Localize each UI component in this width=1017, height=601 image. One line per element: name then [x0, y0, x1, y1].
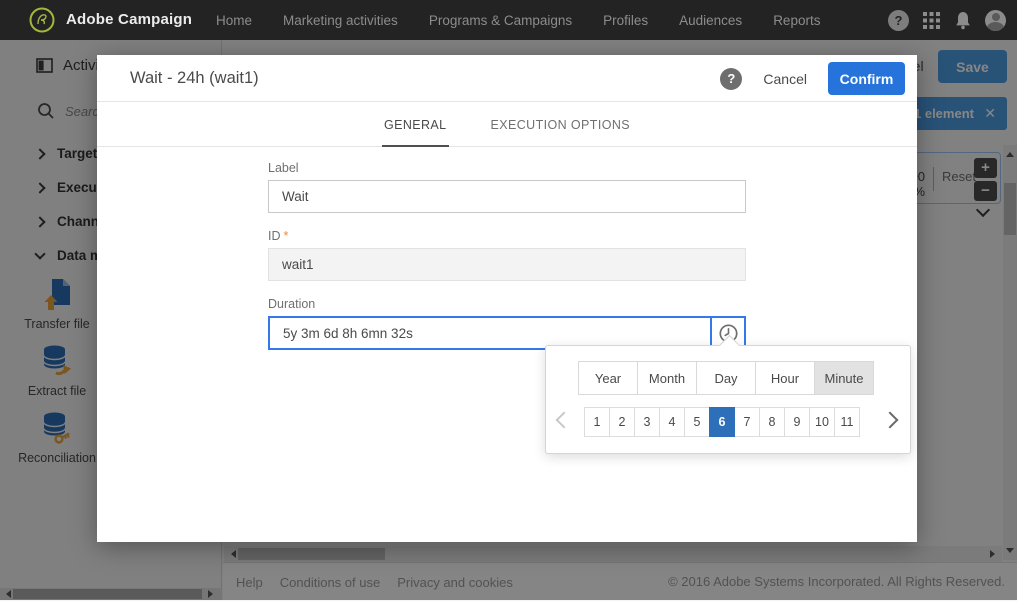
value-cell-3[interactable]: 3 [634, 407, 660, 437]
required-asterisk: * [284, 229, 289, 243]
nav-item-home[interactable]: Home [216, 13, 252, 28]
user-avatar[interactable] [985, 10, 1006, 31]
unit-tab-minute[interactable]: Minute [814, 361, 874, 395]
unit-tab-year[interactable]: Year [578, 361, 638, 395]
unit-tab-day[interactable]: Day [696, 361, 756, 395]
value-cell-8[interactable]: 8 [759, 407, 785, 437]
nav-item-programs-campaigns[interactable]: Programs & Campaigns [429, 13, 572, 28]
cancel-button[interactable]: Cancel [763, 71, 807, 87]
id-field-label: ID* [268, 229, 746, 243]
apps-grid-icon[interactable] [922, 11, 941, 30]
nav-utilities: ? [888, 0, 1006, 40]
value-cell-5[interactable]: 5 [684, 407, 710, 437]
value-cell-2[interactable]: 2 [609, 407, 635, 437]
value-cell-7[interactable]: 7 [734, 407, 760, 437]
notifications-bell-icon[interactable] [954, 11, 972, 30]
value-cells: 1 2 3 4 5 6 7 8 9 10 11 [584, 407, 860, 437]
dialog-header: Wait - 24h (wait1) ? Cancel Confirm [97, 55, 917, 102]
wait-activity-dialog: Wait - 24h (wait1) ? Cancel Confirm GENE… [97, 55, 917, 542]
nav-item-audiences[interactable]: Audiences [679, 13, 742, 28]
duration-field-label: Duration [268, 297, 746, 311]
unit-tab-hour[interactable]: Hour [755, 361, 815, 395]
label-field-label: Label [268, 161, 746, 175]
dialog-title: Wait - 24h (wait1) [130, 55, 259, 102]
value-cell-10[interactable]: 10 [809, 407, 835, 437]
duration-picker-popup: Year Month Day Hour Minute 1 2 3 4 5 6 7… [545, 345, 911, 454]
id-input [268, 248, 746, 281]
adobe-campaign-logo-icon[interactable] [29, 7, 55, 33]
picker-prev-chevron-icon[interactable] [556, 412, 573, 429]
picker-next-chevron-icon[interactable] [882, 412, 899, 429]
dialog-actions: ? Cancel Confirm [720, 55, 905, 102]
value-cell-4[interactable]: 4 [659, 407, 685, 437]
nav-item-profiles[interactable]: Profiles [603, 13, 648, 28]
main-menu: Home Marketing activities Programs & Cam… [216, 0, 820, 40]
label-field-group: Label [268, 161, 746, 213]
value-cell-6-selected[interactable]: 6 [709, 407, 735, 437]
value-cell-11[interactable]: 11 [834, 407, 860, 437]
help-icon[interactable]: ? [720, 68, 742, 90]
dialog-body: Label ID* Duration [97, 147, 917, 350]
nav-item-reports[interactable]: Reports [773, 13, 820, 28]
value-cell-1[interactable]: 1 [584, 407, 610, 437]
id-field-group: ID* [268, 229, 746, 281]
tab-general[interactable]: GENERAL [382, 102, 449, 147]
app-title: Adobe Campaign [66, 0, 192, 40]
unit-tab-month[interactable]: Month [637, 361, 697, 395]
value-cell-9[interactable]: 9 [784, 407, 810, 437]
confirm-button[interactable]: Confirm [828, 62, 905, 95]
label-input[interactable] [268, 180, 746, 213]
help-icon[interactable]: ? [888, 10, 909, 31]
unit-tabs: Year Month Day Hour Minute [578, 361, 874, 395]
duration-field-group: Duration [268, 297, 746, 350]
dialog-tabs: GENERAL EXECUTION OPTIONS [97, 102, 917, 147]
tab-execution-options[interactable]: EXECUTION OPTIONS [489, 102, 632, 146]
nav-item-marketing-activities[interactable]: Marketing activities [283, 13, 398, 28]
top-nav: Adobe Campaign Home Marketing activities… [0, 0, 1017, 40]
